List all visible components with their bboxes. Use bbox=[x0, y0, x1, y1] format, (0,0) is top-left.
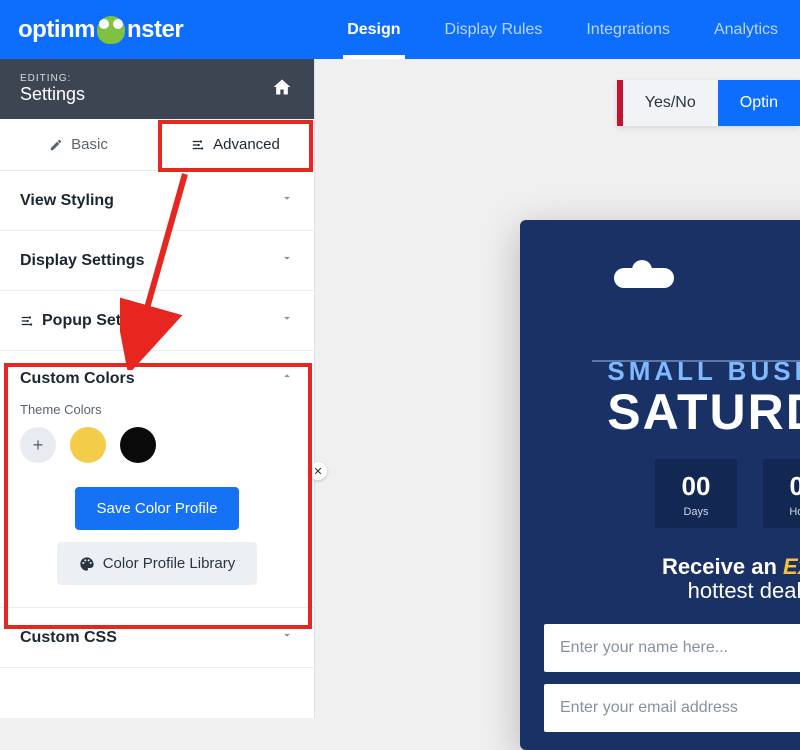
email-input[interactable] bbox=[544, 684, 800, 732]
preview-tab-yesno[interactable]: Yes/No bbox=[623, 80, 718, 126]
section-view-styling[interactable]: View Styling bbox=[0, 171, 314, 231]
section-custom-css-label: Custom CSS bbox=[20, 629, 117, 647]
color-profile-library-label: Color Profile Library bbox=[103, 555, 236, 572]
popup-title-big: SATURDAY bbox=[544, 383, 800, 441]
preview-tabs: Yes/No Optin bbox=[617, 80, 800, 126]
swatch-row: + bbox=[20, 427, 294, 463]
custom-colors-header[interactable]: Custom Colors bbox=[20, 369, 294, 388]
popup-pitch: Receive an Extra bbox=[544, 554, 800, 580]
counter-hours-label: Hours bbox=[763, 506, 800, 518]
popup-preview[interactable]: SMALL BUSINESS SATURDAY 00 Days 00 Hours… bbox=[520, 220, 800, 750]
counter-days-label: Days bbox=[655, 506, 737, 518]
nav-analytics[interactable]: Analytics bbox=[692, 0, 800, 59]
tab-advanced-label: Advanced bbox=[213, 136, 280, 153]
sidebar-tabs: Basic Advanced bbox=[0, 119, 314, 171]
nav-display-rules[interactable]: Display Rules bbox=[423, 0, 565, 59]
counter-days: 00 Days bbox=[655, 459, 737, 528]
pencil-icon bbox=[49, 138, 63, 152]
close-icon: ✕ bbox=[313, 465, 322, 478]
name-input[interactable] bbox=[544, 624, 800, 672]
chevron-down-icon bbox=[280, 191, 294, 210]
counter-days-value: 00 bbox=[655, 471, 737, 502]
editing-bar: EDITING: Settings bbox=[0, 59, 314, 119]
tab-basic-label: Basic bbox=[71, 136, 108, 153]
tab-basic[interactable]: Basic bbox=[0, 119, 157, 170]
nav-integrations[interactable]: Integrations bbox=[564, 0, 692, 59]
color-profile-library-button[interactable]: Color Profile Library bbox=[57, 542, 258, 585]
pitch-pre: Receive an bbox=[662, 554, 783, 579]
chevron-up-icon bbox=[280, 369, 294, 388]
top-header: optinm nster Design Display Rules Integr… bbox=[0, 0, 800, 59]
tab-advanced[interactable]: Advanced bbox=[157, 119, 314, 170]
add-color-button[interactable]: + bbox=[20, 427, 56, 463]
preview-tab-optin[interactable]: Optin bbox=[718, 80, 800, 126]
editing-title: Settings bbox=[20, 84, 85, 105]
custom-colors-label: Custom Colors bbox=[20, 370, 135, 388]
theme-colors-label: Theme Colors bbox=[20, 402, 294, 417]
popup-pitch-sub: hottest deals bbox=[544, 578, 800, 604]
color-swatch-black[interactable] bbox=[120, 427, 156, 463]
logo-text-post: nster bbox=[127, 16, 183, 44]
section-display-settings-label: Display Settings bbox=[20, 252, 144, 270]
section-custom-css[interactable]: Custom CSS bbox=[0, 608, 314, 668]
section-display-settings[interactable]: Display Settings bbox=[0, 231, 314, 291]
logo[interactable]: optinm nster bbox=[0, 16, 183, 44]
section-popup-settings[interactable]: Popup Settings bbox=[0, 291, 314, 351]
pitch-accent: Extra bbox=[783, 554, 800, 579]
popup-illustration bbox=[544, 240, 800, 350]
chevron-down-icon bbox=[280, 311, 294, 330]
section-popup-settings-label: Popup Settings bbox=[42, 312, 159, 330]
counter-hours: 00 Hours bbox=[763, 459, 800, 528]
plus-icon: + bbox=[33, 435, 44, 456]
editing-label: EDITING: bbox=[20, 73, 85, 84]
main-nav: Design Display Rules Integrations Analyt… bbox=[325, 0, 800, 59]
logo-text-pre: optinm bbox=[18, 16, 95, 44]
counter-hours-value: 00 bbox=[763, 471, 800, 502]
settings-sidebar: EDITING: Settings Basic Advanced View St… bbox=[0, 59, 315, 718]
home-icon[interactable] bbox=[272, 77, 292, 102]
color-swatch-yellow[interactable] bbox=[70, 427, 106, 463]
palette-icon bbox=[79, 556, 95, 572]
countdown: 00 Days 00 Hours bbox=[544, 459, 800, 528]
popup-close-button[interactable]: ✕ bbox=[309, 462, 327, 480]
chevron-down-icon bbox=[280, 251, 294, 270]
save-color-profile-button[interactable]: Save Color Profile bbox=[75, 487, 240, 530]
chevron-down-icon bbox=[280, 628, 294, 647]
section-view-styling-label: View Styling bbox=[20, 192, 114, 210]
nav-design[interactable]: Design bbox=[325, 0, 422, 59]
section-custom-colors: Custom Colors Theme Colors + Save Color … bbox=[0, 351, 314, 608]
sliders-icon bbox=[20, 314, 34, 328]
sliders-icon bbox=[191, 138, 205, 152]
logo-monster-icon bbox=[97, 16, 125, 44]
